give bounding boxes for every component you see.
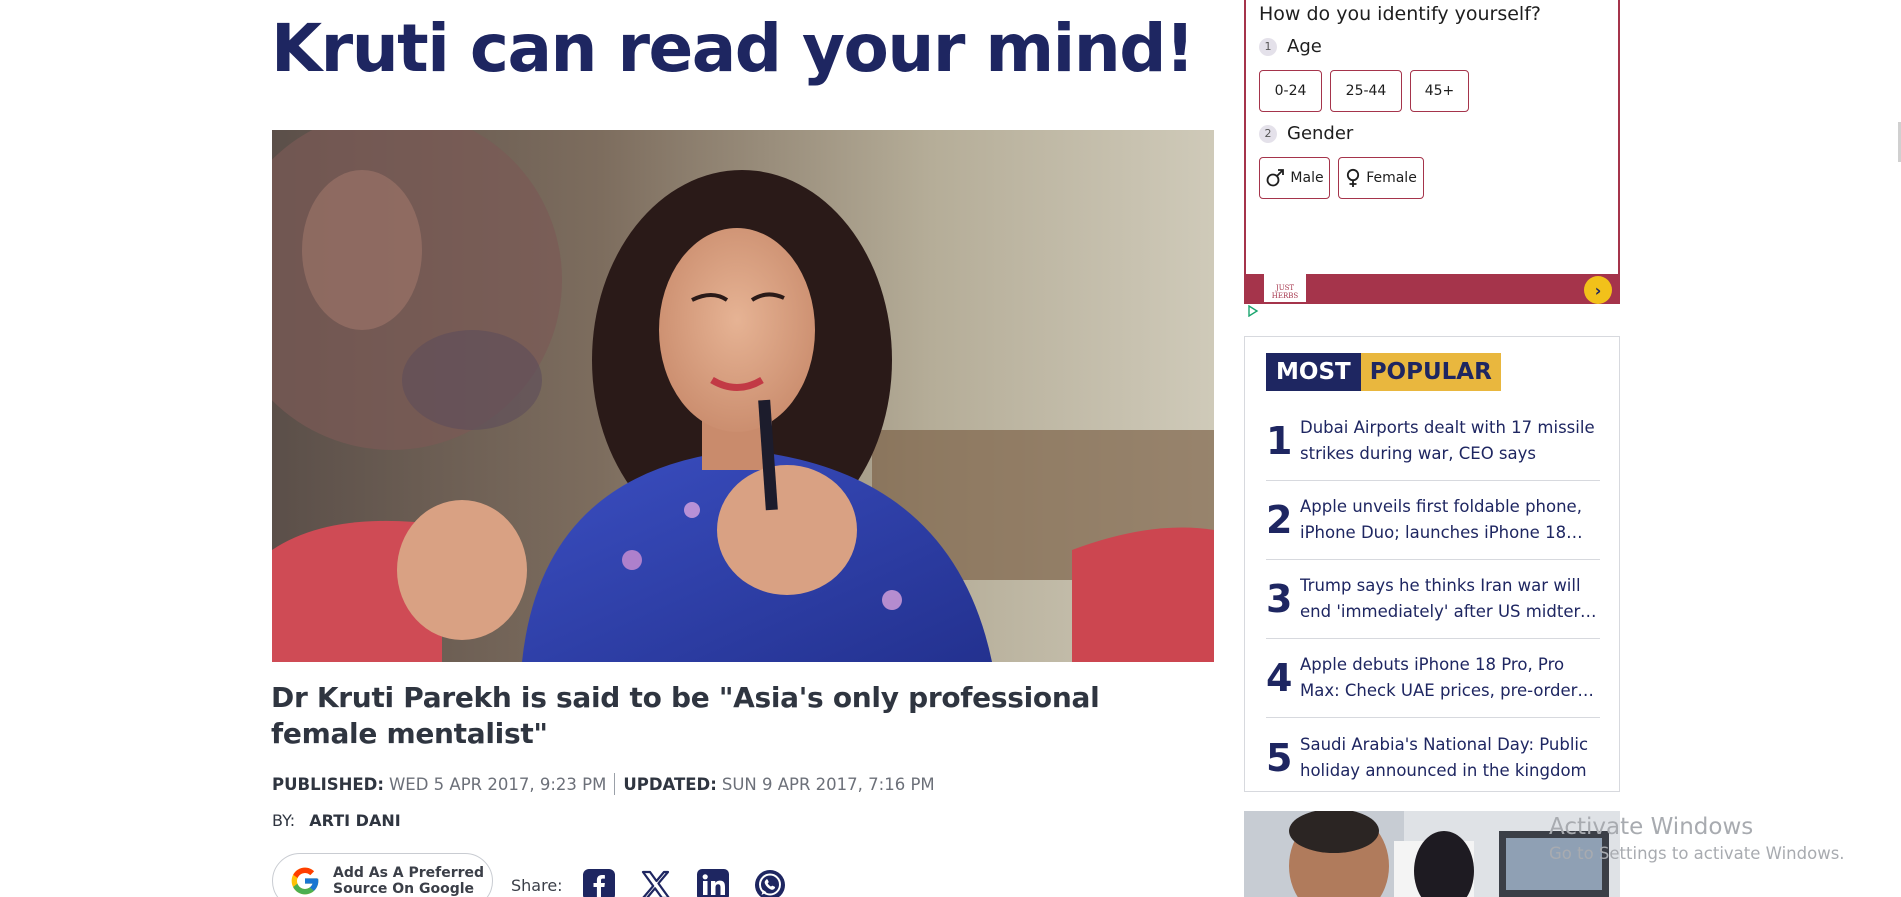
age-label: Age xyxy=(1287,36,1322,57)
windows-activation-watermark: Activate Windows Go to Settings to activ… xyxy=(1549,812,1845,866)
survey-ad: How do you identify yourself? 1 Age 0-24… xyxy=(1244,0,1620,304)
popular-rank: 4 xyxy=(1266,656,1293,700)
popular-item[interactable]: 1 Dubai Airports dealt with 17 missile s… xyxy=(1266,402,1600,481)
watermark-title: Activate Windows xyxy=(1549,814,1754,840)
age-option-45-plus[interactable]: 45+ xyxy=(1410,70,1469,112)
brand-logo-line1: JUST xyxy=(1275,284,1295,292)
meta-divider xyxy=(614,773,616,795)
add-preferred-source-button[interactable]: Add As A Preferred Source On Google xyxy=(272,853,493,897)
linkedin-icon[interactable] xyxy=(695,867,731,897)
published-date: WED 5 APR 2017, 9:23 PM xyxy=(388,774,607,794)
next-arrow-button[interactable]: › xyxy=(1584,276,1612,304)
step-number: 2 xyxy=(1259,124,1277,143)
published-label: PUBLISHED: xyxy=(272,774,384,794)
gender-options: Male Female xyxy=(1259,157,1432,199)
add-preferred-source-line2: Source On Google xyxy=(333,881,475,897)
add-preferred-source-label: Add As A Preferred Source On Google xyxy=(333,865,484,897)
popular-title[interactable]: Apple unveils first foldable phone, iPho… xyxy=(1300,494,1600,546)
popular-item[interactable]: 2 Apple unveils first foldable phone, iP… xyxy=(1266,481,1600,560)
popular-rank: 3 xyxy=(1266,577,1293,621)
popular-label: POPULAR xyxy=(1360,353,1501,391)
byline: BY: ARTI DANI xyxy=(272,811,401,830)
popular-title[interactable]: Apple debuts iPhone 18 Pro, Pro Max: Che… xyxy=(1300,652,1600,704)
brand-logo: JUST HERBS xyxy=(1264,274,1306,302)
gender-option-female[interactable]: Female xyxy=(1338,157,1424,199)
share-label: Share: xyxy=(511,875,563,895)
facebook-icon[interactable] xyxy=(581,867,617,897)
popular-item[interactable]: 4 Apple debuts iPhone 18 Pro, Pro Max: C… xyxy=(1266,639,1600,718)
hero-image xyxy=(272,130,1214,662)
survey-step-age: 1 Age xyxy=(1259,36,1322,57)
brand-logo-line2: HERBS xyxy=(1271,292,1299,300)
gender-option-male[interactable]: Male xyxy=(1259,157,1330,199)
popular-title[interactable]: Trump says he thinks Iran war will end '… xyxy=(1300,573,1600,625)
whatsapp-icon[interactable] xyxy=(752,867,788,897)
age-options: 0-24 25-44 45+ xyxy=(1259,70,1477,112)
watermark-subtitle: Go to Settings to activate Windows. xyxy=(1549,844,1845,863)
x-icon[interactable] xyxy=(638,867,674,897)
article-subtitle: Dr Kruti Parekh is said to be "Asia's on… xyxy=(271,681,1100,750)
survey-question: How do you identify yourself? xyxy=(1259,3,1541,25)
popular-title[interactable]: Dubai Airports dealt with 17 missile str… xyxy=(1300,415,1600,467)
most-popular-list: 1 Dubai Airports dealt with 17 missile s… xyxy=(1266,402,1600,797)
female-icon xyxy=(1347,168,1360,187)
female-label: Female xyxy=(1366,170,1417,186)
gender-label: Gender xyxy=(1287,123,1354,144)
age-option-0-24[interactable]: 0-24 xyxy=(1259,70,1322,112)
byline-label: BY: xyxy=(272,811,296,830)
survey-footer-bar: JUST HERBS › xyxy=(1246,274,1618,304)
article-page: Kruti can read your mind! Dr Kruti Parek… xyxy=(0,0,1901,897)
most-label: MOST xyxy=(1266,353,1361,391)
popular-rank: 5 xyxy=(1266,735,1293,780)
article-dates: PUBLISHED: WED 5 APR 2017, 9:23 PM UPDAT… xyxy=(272,773,935,795)
adchoices-icon[interactable] xyxy=(1247,305,1259,317)
most-popular-heading: MOST POPULAR xyxy=(1266,353,1501,391)
age-option-25-44[interactable]: 25-44 xyxy=(1330,70,1402,112)
author-link[interactable]: ARTI DANI xyxy=(309,811,400,830)
updated-label: UPDATED: xyxy=(623,774,717,794)
add-preferred-source-line1: Add As A Preferred xyxy=(333,865,485,881)
popular-rank: 2 xyxy=(1266,498,1293,542)
most-popular-widget: MOST POPULAR 1 Dubai Airports dealt with… xyxy=(1244,336,1620,792)
share-bar: Share: xyxy=(511,867,809,897)
popular-item[interactable]: 3 Trump says he thinks Iran war will end… xyxy=(1266,560,1600,639)
google-icon xyxy=(291,867,319,895)
popular-rank: 1 xyxy=(1266,419,1293,463)
popular-item[interactable]: 5 Saudi Arabia's National Day: Public ho… xyxy=(1266,718,1600,797)
male-label: Male xyxy=(1290,170,1324,186)
article-headline: Kruti can read your mind! xyxy=(271,10,1195,87)
updated-date: SUN 9 APR 2017, 7:16 PM xyxy=(721,774,935,794)
popular-title[interactable]: Saudi Arabia's National Day: Public holi… xyxy=(1300,732,1600,784)
male-icon xyxy=(1267,169,1285,187)
step-number: 1 xyxy=(1259,37,1277,56)
survey-step-gender: 2 Gender xyxy=(1259,123,1353,144)
